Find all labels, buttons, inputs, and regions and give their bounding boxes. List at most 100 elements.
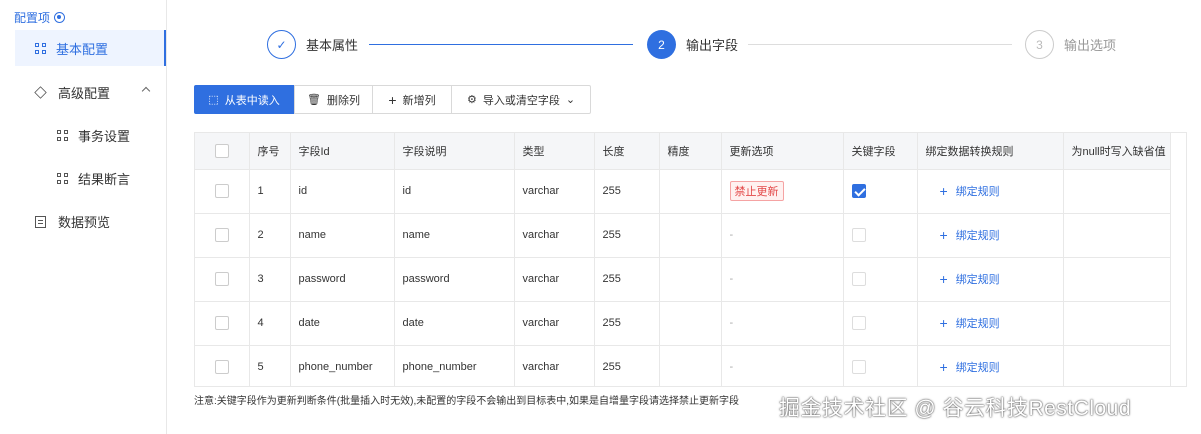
select-all-header[interactable] [195,133,250,170]
row-checkbox[interactable] [214,228,229,242]
precision-cell[interactable] [659,301,722,346]
row-checkbox[interactable] [214,184,229,198]
null-default-cell[interactable] [1063,345,1171,386]
key-field-cell[interactable] [843,169,918,214]
length-cell[interactable]: 255 [594,301,660,346]
step-output-options[interactable]: 3 输出选项 [1025,30,1116,59]
step-basic-properties[interactable]: ✓ 基本属性 [267,30,358,59]
type-cell[interactable]: varchar [514,301,595,346]
update-option-cell[interactable]: - [721,213,844,258]
null-default-cell[interactable] [1063,169,1171,214]
sidebar-title[interactable]: 配置项 [14,9,66,26]
step-connector [748,44,1012,45]
table-row[interactable]: 2 name name varchar 255 - + 绑定规则 [195,213,1171,258]
key-field-cell[interactable] [843,345,918,386]
row-select-cell[interactable] [195,257,250,302]
field-id-cell[interactable]: id [290,169,395,214]
table-row[interactable]: 3 password password varchar 255 - + 绑定规则 [195,257,1171,302]
bind-rule-cell[interactable]: + 绑定规则 [917,169,1064,214]
key-field-cell[interactable] [843,257,918,302]
null-default-cell[interactable] [1063,301,1171,346]
description-cell[interactable]: id [394,169,515,214]
field-id-cell[interactable]: password [290,257,395,302]
read-from-table-button[interactable]: ⬚ 从表中读入 [194,85,294,114]
bind-rule-link[interactable]: + 绑定规则 [926,315,1063,331]
field-id-cell[interactable]: phone_number [290,345,395,386]
bind-rule-link[interactable]: + 绑定规则 [926,227,1063,243]
sidebar-item-data-preview[interactable]: 数据预览 [35,212,110,231]
null-default-cell[interactable] [1063,213,1171,258]
description-cell[interactable]: phone_number [394,345,515,386]
table-row[interactable]: 4 date date varchar 255 - + 绑定规则 [195,301,1171,346]
bind-rule-label: 绑定规则 [955,318,1000,330]
length-cell[interactable]: 255 [594,213,660,258]
precision-cell[interactable] [659,213,722,258]
type-cell[interactable]: varchar [514,169,595,214]
add-column-button[interactable]: + 新增列 [372,85,452,114]
row-select-cell[interactable] [195,345,250,386]
check-icon: ✓ [267,30,296,59]
bind-rule-link[interactable]: + 绑定规则 [926,271,1063,287]
key-field-cell[interactable] [843,301,918,346]
sidebar-item-basic-config[interactable]: 基本配置 [15,30,166,66]
precision-cell[interactable] [659,169,722,214]
plus-icon: + [388,91,397,108]
key-field-cell[interactable] [843,213,918,258]
update-option-tag[interactable]: 禁止更新 [729,181,784,201]
gear-icon: ⚙ [466,94,477,106]
bind-rule-cell[interactable]: + 绑定规则 [917,301,1064,346]
bind-rule-link[interactable]: + 绑定规则 [926,183,1063,199]
key-field-checkbox[interactable] [851,184,866,198]
table-row[interactable]: 1 id id varchar 255 禁止更新 + 绑定规则 [195,169,1171,214]
sidebar-item-transaction[interactable]: 事务设置 [57,126,130,145]
trash-icon: 🗑 [307,94,321,106]
column-header: 序号 [249,133,291,170]
precision-cell[interactable] [659,345,722,386]
update-option-cell[interactable]: - [721,301,844,346]
row-select-cell[interactable] [195,301,250,346]
select-all-checkbox[interactable] [214,143,229,158]
grid-icon [57,130,68,141]
settings-icon[interactable] [54,12,66,23]
field-id-cell[interactable]: date [290,301,395,346]
row-checkbox[interactable] [214,360,229,374]
length-cell[interactable]: 255 [594,169,660,214]
update-option-cell[interactable]: 禁止更新 [721,169,844,214]
bind-rule-cell[interactable]: + 绑定规则 [917,213,1064,258]
precision-cell[interactable] [659,257,722,302]
length-cell[interactable]: 255 [594,345,660,386]
sidebar-item-assertion[interactable]: 结果断言 [57,169,130,188]
step-output-fields[interactable]: 2 输出字段 [647,30,738,59]
sidebar-item-advanced-config[interactable]: 高级配置 [34,83,110,102]
key-field-checkbox[interactable] [851,228,866,242]
description-cell[interactable]: password [394,257,515,302]
import-or-clear-dropdown[interactable]: ⚙ 导入或清空字段 ⌄ [451,85,591,114]
step-label: 输出选项 [1064,38,1117,53]
type-cell[interactable]: varchar [514,257,595,302]
row-select-cell[interactable] [195,169,250,214]
description-cell[interactable]: name [394,213,515,258]
table-row[interactable]: 5 phone_number phone_number varchar 255 … [195,345,1171,386]
chevron-up-icon[interactable] [141,86,151,96]
row-checkbox[interactable] [214,272,229,286]
update-option-cell[interactable]: - [721,345,844,386]
type-cell[interactable]: varchar [514,345,595,386]
key-field-checkbox[interactable] [851,360,866,374]
key-field-checkbox[interactable] [851,272,866,286]
type-cell[interactable]: varchar [514,213,595,258]
delete-column-button[interactable]: 🗑 删除列 [294,85,373,114]
null-default-cell[interactable] [1063,257,1171,302]
description-cell[interactable]: date [394,301,515,346]
key-field-checkbox[interactable] [851,316,866,330]
bind-rule-cell[interactable]: + 绑定规则 [917,257,1064,302]
row-select-cell[interactable] [195,213,250,258]
field-id-cell[interactable]: name [290,213,395,258]
update-option-empty: - [729,361,734,373]
chevron-down-icon: ⌄ [565,94,576,106]
document-icon [35,215,46,228]
bind-rule-cell[interactable]: + 绑定规则 [917,345,1064,386]
row-checkbox[interactable] [214,316,229,330]
length-cell[interactable]: 255 [594,257,660,302]
bind-rule-link[interactable]: + 绑定规则 [926,359,1063,375]
update-option-cell[interactable]: - [721,257,844,302]
